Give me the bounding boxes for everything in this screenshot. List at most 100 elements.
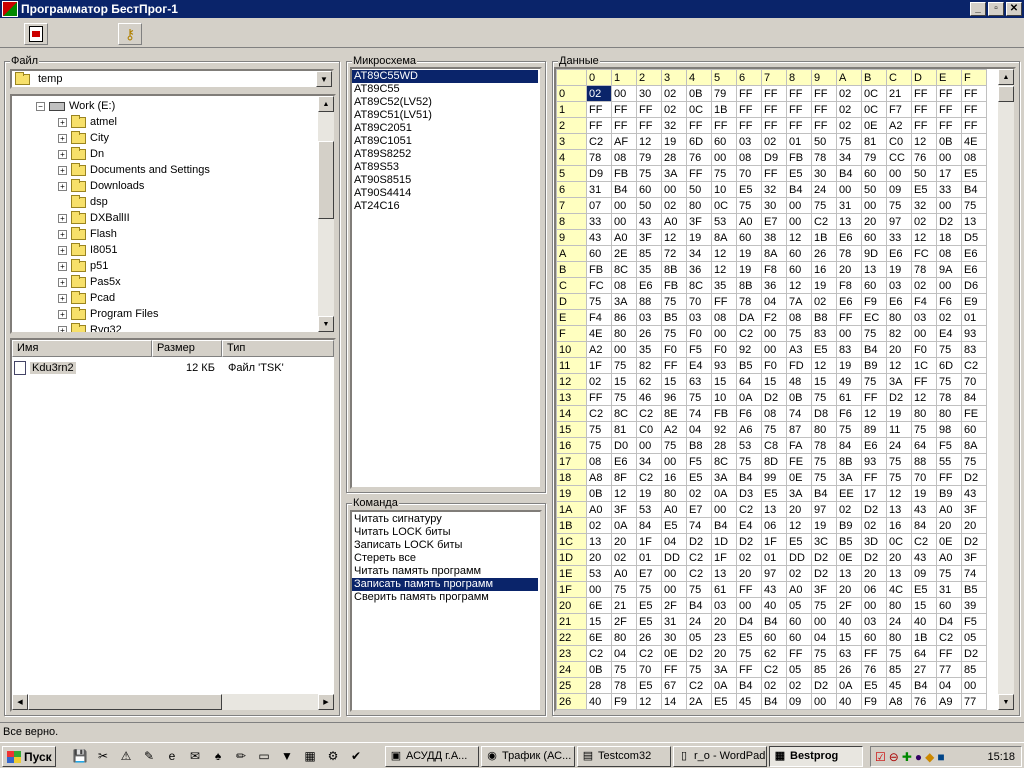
hex-cell[interactable]: 80 — [811, 421, 837, 438]
hex-cell[interactable]: E6 — [836, 293, 862, 310]
hex-cell[interactable]: 75 — [586, 421, 612, 438]
hex-cell[interactable]: 00 — [861, 197, 887, 214]
hex-cell[interactable]: 4E — [586, 325, 612, 342]
hex-cell[interactable]: A2 — [661, 421, 687, 438]
hex-cell[interactable]: 15 — [836, 629, 862, 646]
expand-icon[interactable]: + — [58, 293, 67, 303]
hex-cell[interactable]: 20 — [586, 549, 612, 566]
hex-cell[interactable]: 20 — [861, 213, 887, 230]
hex-cell[interactable]: 75 — [811, 197, 837, 214]
hex-cell[interactable]: FF — [761, 101, 787, 118]
hex-cell[interactable]: 80 — [886, 597, 912, 614]
hex-cell[interactable]: E5 — [811, 341, 837, 358]
hex-cell[interactable]: F0 — [686, 325, 712, 342]
hex-cell[interactable]: D2 — [686, 645, 712, 662]
hex-cell[interactable]: 79 — [711, 85, 737, 102]
hex-cell[interactable]: 79 — [861, 149, 887, 166]
hex-cell[interactable]: 8C — [611, 261, 637, 278]
hex-cell[interactable]: 3F — [636, 229, 662, 246]
hex-cell[interactable]: 83 — [961, 341, 987, 358]
hex-cell[interactable]: 0E — [786, 469, 812, 486]
hex-cell[interactable]: 00 — [711, 149, 737, 166]
hex-cell[interactable]: 0C — [886, 533, 912, 550]
hex-cell[interactable]: 70 — [686, 293, 712, 310]
hex-cell[interactable]: 02 — [686, 485, 712, 502]
command-item[interactable]: Читать LOCK биты — [352, 526, 538, 539]
hex-cell[interactable]: 19 — [886, 261, 912, 278]
hex-cell[interactable]: 03 — [711, 597, 737, 614]
hex-cell[interactable]: FF — [961, 101, 987, 118]
hex-cell[interactable]: 21 — [611, 597, 637, 614]
hex-cell[interactable]: 77 — [936, 661, 962, 678]
hex-table[interactable]: 0 1 2 3 4 5 6 7 8 9 A B C D E F 0 02 00 30 02 0B 79 FF FF FF FF 02 0… — [556, 69, 987, 710]
scroll-left-icon[interactable]: ◀ — [12, 694, 28, 710]
hex-cell[interactable]: 02 — [911, 277, 937, 294]
hex-cell[interactable]: 75 — [661, 325, 687, 342]
hex-cell[interactable]: 76 — [861, 661, 887, 678]
hex-cell[interactable]: 7A — [786, 293, 812, 310]
hex-cell[interactable]: C2 — [686, 549, 712, 566]
hex-cell[interactable]: 75 — [611, 357, 637, 374]
hex-cell[interactable]: 00 — [861, 597, 887, 614]
hex-cell[interactable]: E6 — [886, 293, 912, 310]
hex-cell[interactable]: 75 — [961, 197, 987, 214]
hex-cell[interactable]: C0 — [886, 133, 912, 150]
hex-cell[interactable]: 0A — [836, 677, 862, 694]
chevron-down-icon[interactable]: ▼ — [316, 71, 332, 87]
hex-cell[interactable]: 75 — [736, 197, 762, 214]
hex-cell[interactable]: E5 — [861, 677, 887, 694]
chip-item[interactable]: AT90S8515 — [352, 174, 538, 187]
hex-cell[interactable]: E5 — [961, 165, 987, 182]
hex-cell[interactable]: 75 — [636, 165, 662, 182]
hex-cell[interactable]: FF — [936, 85, 962, 102]
hex-cell[interactable]: A0 — [661, 213, 687, 230]
hex-cell[interactable]: 31 — [661, 613, 687, 630]
hex-cell[interactable]: 1B — [911, 629, 937, 646]
tree-item[interactable]: + Downloads — [58, 178, 144, 194]
hex-cell[interactable]: 20 — [736, 565, 762, 582]
hex-cell[interactable]: 02 — [836, 501, 862, 518]
tray-icon[interactable]: ⊖ — [889, 750, 899, 764]
hex-cell[interactable]: 19 — [736, 245, 762, 262]
hex-cell[interactable]: 64 — [736, 373, 762, 390]
hex-cell[interactable]: 75 — [936, 373, 962, 390]
hex-cell[interactable]: F5 — [686, 341, 712, 358]
hex-cell[interactable]: 43 — [761, 581, 787, 598]
hex-cell[interactable]: 60 — [786, 613, 812, 630]
hex-cell[interactable]: 55 — [936, 453, 962, 470]
hex-cell[interactable]: 08 — [586, 453, 612, 470]
hex-cell[interactable]: 80 — [611, 325, 637, 342]
hex-cell[interactable]: 12 — [661, 229, 687, 246]
hex-cell[interactable]: B4 — [686, 597, 712, 614]
file-list[interactable]: Имя Размер Тип Kdu3rn2 12 КБ Файл 'TSK' … — [10, 338, 336, 712]
hex-cell[interactable]: 84 — [961, 389, 987, 406]
hex-cell[interactable]: C0 — [636, 421, 662, 438]
tree-item[interactable]: + atmel — [58, 114, 117, 130]
hex-cell[interactable]: 2F — [611, 613, 637, 630]
hex-cell[interactable]: D4 — [936, 613, 962, 630]
hex-cell[interactable]: FF — [811, 101, 837, 118]
hex-cell[interactable]: 75 — [786, 325, 812, 342]
hex-cell[interactable]: E7 — [686, 501, 712, 518]
hex-cell[interactable]: 04 — [611, 645, 637, 662]
hex-cell[interactable]: 50 — [861, 181, 887, 198]
tree-item[interactable]: + Pas5x — [58, 274, 121, 290]
hex-cell[interactable]: 13 — [886, 565, 912, 582]
hex-cell[interactable]: D2 — [961, 469, 987, 486]
hex-cell[interactable]: 98 — [936, 421, 962, 438]
hex-cell[interactable]: D2 — [961, 533, 987, 550]
hex-cell[interactable]: F9 — [861, 693, 887, 710]
hex-cell[interactable]: 12 — [886, 485, 912, 502]
hex-cell[interactable]: 12 — [786, 229, 812, 246]
hex-cell[interactable]: 15 — [711, 373, 737, 390]
hex-cell[interactable]: 0A — [611, 517, 637, 534]
hex-cell[interactable]: E5 — [636, 597, 662, 614]
hex-cell[interactable]: 30 — [636, 85, 662, 102]
hex-cell[interactable]: D8 — [811, 405, 837, 422]
hex-cell[interactable]: 13 — [836, 213, 862, 230]
hex-cell[interactable]: 74 — [686, 405, 712, 422]
hex-cell[interactable]: 6D — [936, 357, 962, 374]
hex-cell[interactable]: 19 — [836, 357, 862, 374]
hex-cell[interactable]: FF — [936, 117, 962, 134]
hex-cell[interactable]: 80 — [911, 405, 937, 422]
